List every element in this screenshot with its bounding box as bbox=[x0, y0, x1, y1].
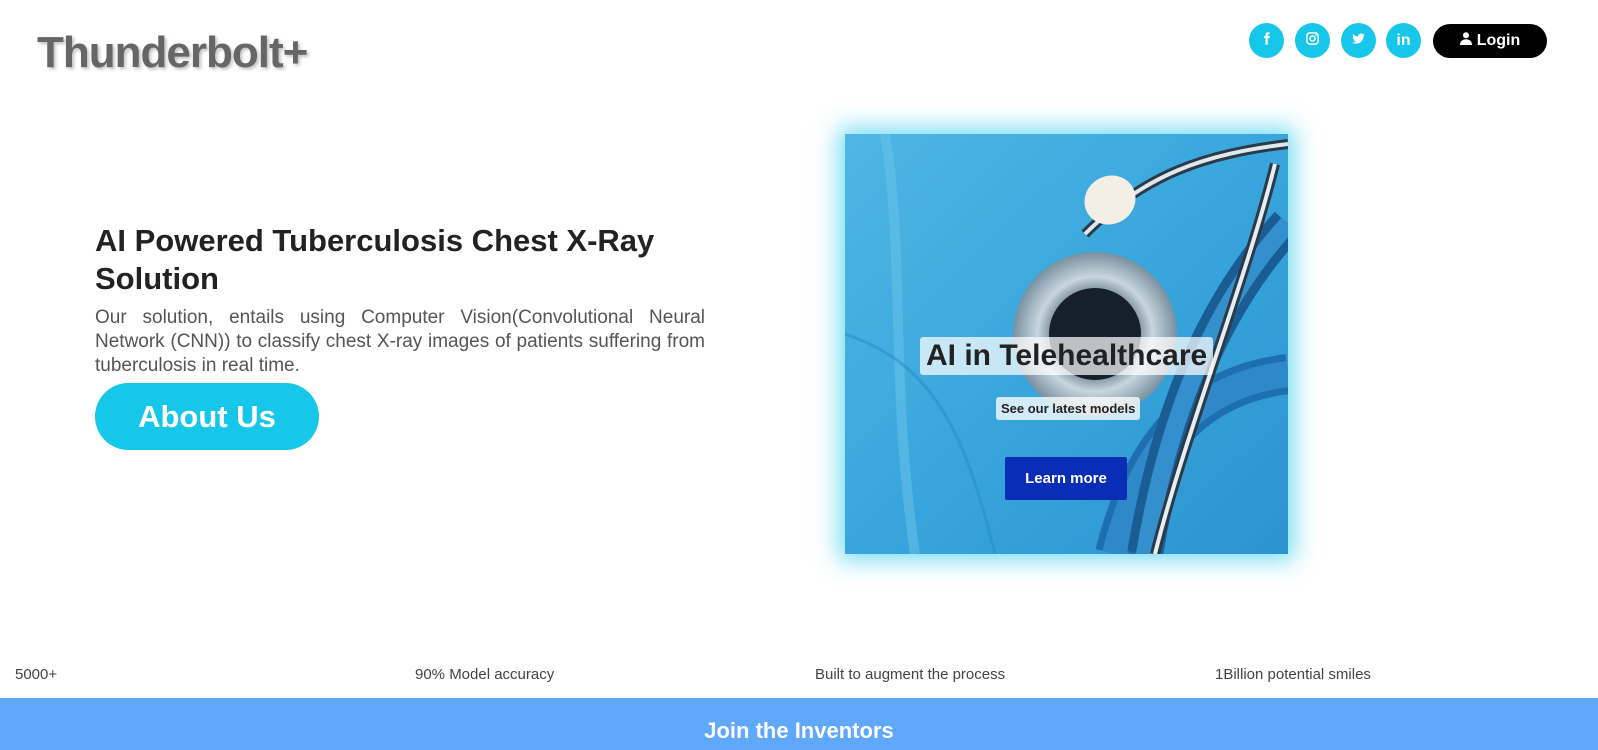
login-label: Login bbox=[1476, 32, 1521, 49]
card-title: AI in Telehealthcare bbox=[920, 337, 1214, 375]
login-button[interactable]: Login bbox=[1433, 24, 1547, 58]
facebook-icon bbox=[1259, 31, 1274, 51]
twitter-icon bbox=[1351, 31, 1366, 51]
telehealth-card: AI in Telehealthcare See our latest mode… bbox=[845, 134, 1288, 554]
user-icon bbox=[1459, 32, 1472, 50]
facebook-link[interactable] bbox=[1249, 23, 1284, 58]
stat-smiles: 1Billion potential smiles bbox=[1215, 666, 1371, 683]
stat-users: 5000+ bbox=[15, 666, 58, 683]
about-us-button[interactable]: About Us bbox=[95, 383, 319, 450]
brand-logo[interactable]: Thunderbolt+ bbox=[37, 28, 308, 78]
linkedin-link[interactable]: in bbox=[1386, 23, 1421, 58]
join-label: Join the Inventors bbox=[704, 718, 894, 743]
twitter-link[interactable] bbox=[1341, 23, 1376, 58]
hero-description: Our solution, entails using Computer Vis… bbox=[95, 307, 705, 376]
instagram-icon bbox=[1305, 31, 1320, 51]
instagram-link[interactable] bbox=[1295, 23, 1330, 58]
linkedin-icon: in bbox=[1396, 31, 1411, 49]
stat-accuracy: 90% Model accuracy bbox=[415, 666, 555, 683]
hero-title: AI Powered Tuberculosis Chest X-Ray Solu… bbox=[95, 223, 655, 296]
stat-augment: Built to augment the process bbox=[815, 666, 1006, 683]
learn-more-button[interactable]: Learn more bbox=[1005, 457, 1127, 500]
join-the-inventors-bar[interactable]: Join the Inventors bbox=[0, 698, 1598, 750]
card-subtitle: See our latest models bbox=[996, 397, 1141, 420]
